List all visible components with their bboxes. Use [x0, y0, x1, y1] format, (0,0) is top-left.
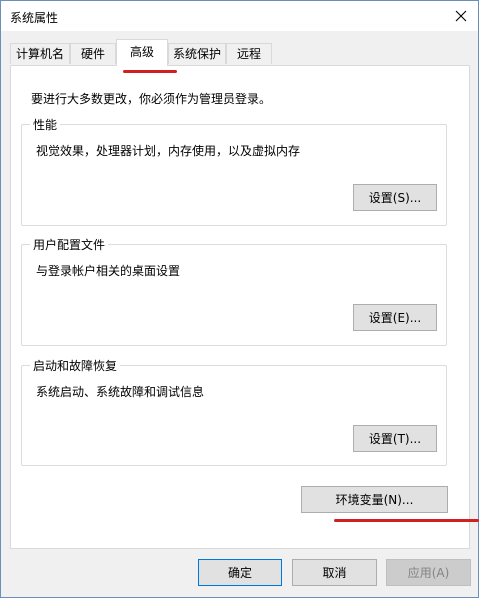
- title-bar: 系统属性: [1, 1, 478, 31]
- apply-button[interactable]: 应用(A): [386, 559, 471, 586]
- window-title: 系统属性: [10, 11, 59, 25]
- group-description: 与登录帐户相关的桌面设置: [36, 264, 181, 278]
- ok-button[interactable]: 确定: [198, 559, 282, 586]
- advanced-tab-panel: 要进行大多数更改，你必须作为管理员登录。 性能 视觉效果，处理器计划，内存使用，…: [10, 65, 470, 549]
- system-properties-window: 系统属性 计算机名 硬件 高级 系统保护 远程 要进行大多数更改，你必须作为管理…: [0, 0, 479, 598]
- startup-recovery-settings-button[interactable]: 设置(T)...: [353, 425, 437, 452]
- admin-note: 要进行大多数更改，你必须作为管理员登录。: [31, 92, 272, 106]
- group-label: 启动和故障恢复: [30, 357, 121, 374]
- cancel-button[interactable]: 取消: [292, 559, 377, 586]
- tab-computer-name[interactable]: 计算机名: [10, 43, 70, 64]
- annotation-underline-tab: [123, 70, 177, 73]
- performance-settings-button[interactable]: 设置(S)...: [353, 184, 437, 211]
- tab-label: 硬件: [80, 47, 105, 61]
- group-description: 系统启动、系统故障和调试信息: [36, 385, 205, 399]
- user-profiles-settings-button[interactable]: 设置(E)...: [353, 304, 437, 331]
- user-profiles-group: 用户配置文件 与登录帐户相关的桌面设置 设置(E)...: [21, 236, 447, 346]
- tab-advanced[interactable]: 高级: [116, 39, 168, 66]
- tab-system-protection[interactable]: 系统保护: [168, 43, 226, 64]
- performance-group: 性能 视觉效果，处理器计划，内存使用，以及虚拟内存 设置(S)...: [21, 116, 447, 226]
- tab-label: 系统保护: [172, 47, 221, 61]
- annotation-underline-env-button: [334, 519, 479, 522]
- startup-recovery-group: 启动和故障恢复 系统启动、系统故障和调试信息 设置(T)...: [21, 357, 447, 466]
- environment-variables-button[interactable]: 环境变量(N)...: [301, 486, 448, 513]
- group-label: 性能: [30, 116, 61, 133]
- close-button[interactable]: [444, 1, 478, 31]
- group-label: 用户配置文件: [30, 236, 109, 253]
- tab-label: 计算机名: [15, 47, 64, 61]
- group-description: 视觉效果，处理器计划，内存使用，以及虚拟内存: [36, 144, 301, 158]
- tab-label: 高级: [129, 45, 154, 59]
- tab-label: 远程: [236, 47, 261, 61]
- close-icon: [455, 10, 467, 22]
- tab-hardware[interactable]: 硬件: [70, 43, 116, 64]
- tab-remote[interactable]: 远程: [226, 43, 272, 64]
